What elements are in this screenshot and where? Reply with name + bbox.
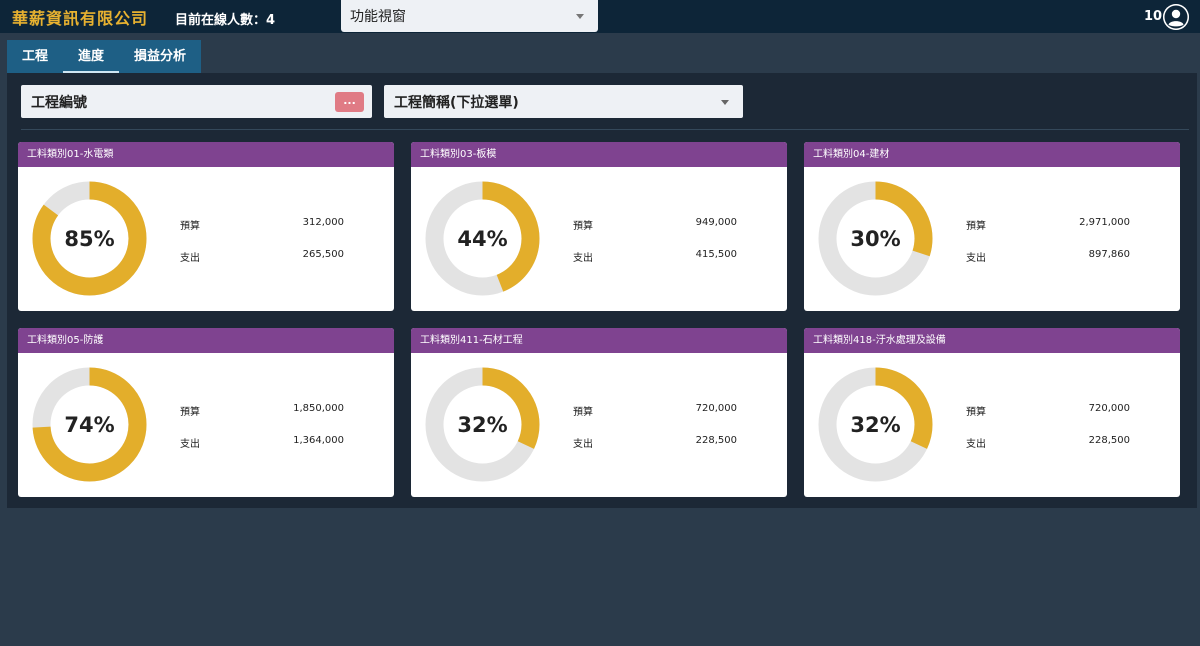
progress-percent: 85% (64, 226, 115, 251)
progress-percent: 44% (457, 226, 508, 251)
category-card: 工料類別04-建材 30% 預算 2,971,000 支出 897,860 (804, 142, 1180, 311)
budget-value: 949,000 (695, 217, 737, 228)
budget-value: 720,000 (1088, 403, 1130, 414)
user-number: 10 (1144, 9, 1163, 24)
spend-value: 1,364,000 (293, 435, 344, 446)
project-code-label: 工程編號 (31, 94, 87, 111)
category-card: 工料類別411-石材工程 32% 預算 720,000 支出 228,500 (411, 328, 787, 497)
avatar[interactable] (1163, 4, 1189, 30)
progress-percent: 30% (850, 226, 901, 251)
category-card: 工料類別05-防護 74% 預算 1,850,000 支出 1,364,000 (18, 328, 394, 497)
progress-percent: 32% (457, 412, 508, 437)
project-name-select[interactable]: 工程簡稱(下拉選單) (384, 85, 743, 118)
category-card: 工料類別01-水電類 85% 預算 312,000 支出 265,500 (18, 142, 394, 311)
budget-label: 預算 (966, 221, 986, 232)
function-window-label: 功能視窗 (350, 9, 406, 25)
category-card: 工料類別03-板模 44% 預算 949,000 支出 415,500 (411, 142, 787, 311)
budget-value: 720,000 (695, 403, 737, 414)
budget-label: 預算 (180, 407, 200, 418)
category-card: 工料類別418-汙水處理及設備 32% 預算 720,000 支出 228,50… (804, 328, 1180, 497)
progress-percent: 74% (64, 412, 115, 437)
chevron-down-icon (576, 14, 584, 19)
chevron-down-icon (721, 100, 729, 105)
project-code-field[interactable]: 工程編號 ... (21, 85, 372, 118)
budget-label: 預算 (573, 221, 593, 232)
card-title: 工料類別01-水電類 (18, 142, 394, 167)
budget-value: 312,000 (302, 217, 344, 228)
project-name-label: 工程簡稱(下拉選單) (394, 94, 519, 111)
budget-label: 預算 (180, 221, 200, 232)
budget-label: 預算 (966, 407, 986, 418)
budget-value: 2,971,000 (1079, 217, 1130, 228)
main-panel: 工程編號 ... 工程簡稱(下拉選單) 工料類別01-水電類 85% 預算 31… (7, 73, 1197, 508)
company-title: 華薪資訊有限公司 (12, 9, 149, 28)
progress-percent: 32% (850, 412, 901, 437)
function-window-select[interactable]: 功能視窗 (341, 0, 598, 32)
tab-bar: 工程 進度 損益分析 (7, 40, 202, 73)
user-avatar-icon (1163, 4, 1189, 30)
spend-value: 415,500 (695, 249, 737, 260)
card-title: 工料類別04-建材 (804, 142, 1180, 167)
spend-label: 支出 (180, 253, 200, 264)
tab-project[interactable]: 工程 (7, 40, 63, 73)
spend-label: 支出 (573, 439, 593, 450)
card-title: 工料類別03-板模 (411, 142, 787, 167)
spend-value: 897,860 (1088, 249, 1130, 260)
divider (21, 129, 1189, 130)
spend-value: 228,500 (1088, 435, 1130, 446)
card-title: 工料類別411-石材工程 (411, 328, 787, 353)
card-title: 工料類別05-防護 (18, 328, 394, 353)
online-users-count: 目前在線人數：4 (175, 13, 276, 28)
project-code-lookup-button[interactable]: ... (335, 92, 364, 112)
budget-label: 預算 (573, 407, 593, 418)
spend-label: 支出 (180, 439, 200, 450)
spend-label: 支出 (966, 253, 986, 264)
tab-profit-loss[interactable]: 損益分析 (119, 40, 201, 73)
tab-progress[interactable]: 進度 (63, 40, 120, 73)
spend-value: 228,500 (695, 435, 737, 446)
top-bar: 華薪資訊有限公司 目前在線人數：4 功能視窗 10 (0, 0, 1200, 33)
budget-value: 1,850,000 (293, 403, 344, 414)
card-title: 工料類別418-汙水處理及設備 (804, 328, 1180, 353)
spend-label: 支出 (966, 439, 986, 450)
spend-label: 支出 (573, 253, 593, 264)
spend-value: 265,500 (302, 249, 344, 260)
